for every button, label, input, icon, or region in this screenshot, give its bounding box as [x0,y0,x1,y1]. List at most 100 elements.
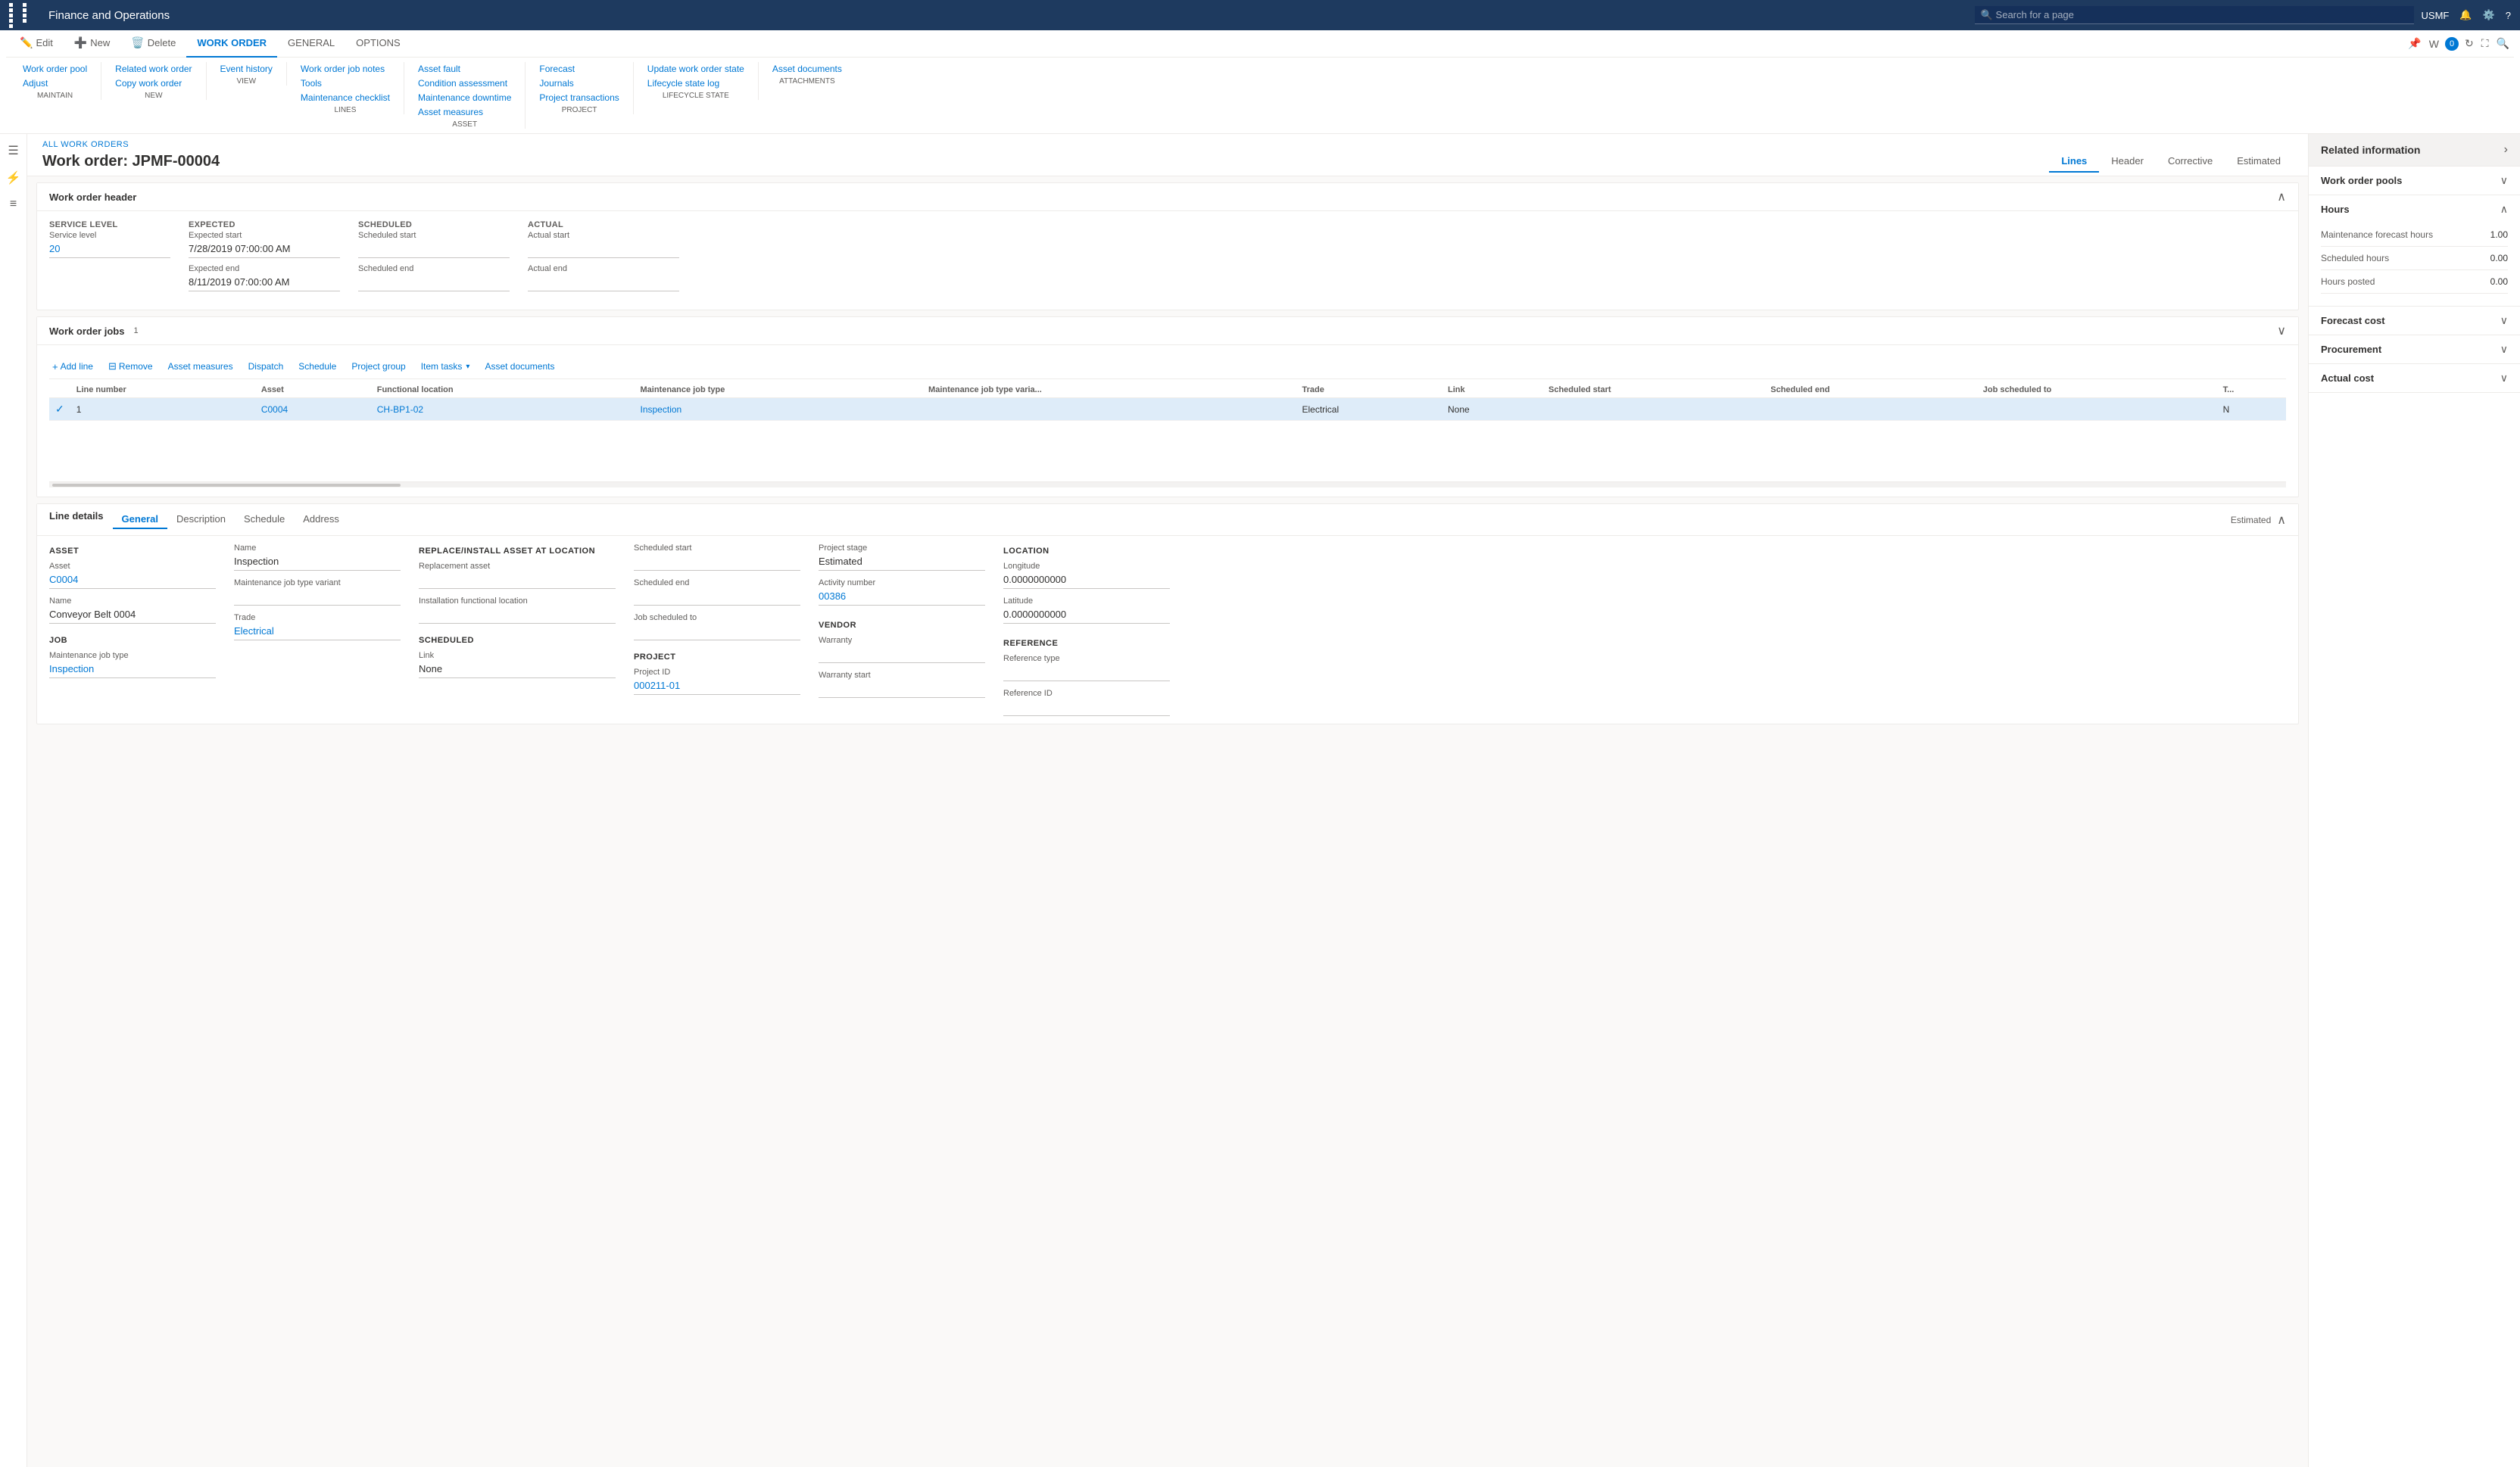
asset-documents-btn[interactable]: Asset documents [482,360,557,373]
line-details-tab-general[interactable]: General [113,510,167,529]
ribbon-tab-new[interactable]: ➕ New [64,30,120,58]
work-order-jobs-section-body: + Add line ⊟ Remove Asset measures Dispa… [37,345,2298,497]
table-row[interactable]: ✓ 1 C0004 CH-BP1-02 Inspection Electrica… [49,398,2286,421]
ld-reference-type-value[interactable] [1003,665,1170,681]
search-ribbon-icon[interactable]: 🔍 [2495,36,2511,51]
ribbon-item-journals[interactable]: Journals [535,76,623,90]
actual-end-value[interactable] [528,275,679,291]
ld-job-scheduled-to-value[interactable] [634,624,800,640]
expected-start-value[interactable]: 7/28/2019 07:00:00 AM [189,241,340,258]
ribbon-item-maintenance-downtime[interactable]: Maintenance downtime [413,91,516,104]
item-tasks-btn[interactable]: Item tasks [418,360,473,373]
schedule-btn[interactable]: Schedule [295,360,339,373]
work-order-header-section-header[interactable]: Work order header ∧ [37,183,2298,211]
horizontal-scrollbar[interactable] [49,481,2286,487]
collapse-header-btn[interactable]: ∧ [2277,189,2286,204]
line-details-tab-description[interactable]: Description [167,510,235,529]
dispatch-btn[interactable]: Dispatch [245,360,287,373]
ribbon-item-asset-measures[interactable]: Asset measures [413,105,516,119]
project-group-btn[interactable]: Project group [348,360,408,373]
work-order-jobs-section-header[interactable]: Work order jobs 1 ∨ [37,317,2298,345]
ld-reference-id-value[interactable] [1003,699,1170,716]
ld-name-mjt-variant-value[interactable] [234,589,401,606]
add-line-btn[interactable]: + Add line [49,360,96,374]
sidebar-hamburger-icon[interactable]: ☰ [5,140,21,161]
ribbon-tab-work-order[interactable]: WORK ORDER [186,30,277,58]
ribbon-item-update-work-order-state[interactable]: Update work order state [643,62,749,76]
ld-scheduled-end-value[interactable] [634,589,800,606]
ribbon-tab-edit[interactable]: ✏️ Edit [9,30,64,58]
col-maintenance-job-type: Maintenance job type [635,382,923,398]
rp-section-work-order-pools-header[interactable]: Work order pools ∨ [2309,167,2520,195]
ribbon-item-copy-work-order[interactable]: Copy work order [111,76,196,90]
cell-asset[interactable]: C0004 [255,398,371,421]
service-level-value[interactable]: 20 [49,241,170,258]
line-details-tab-schedule[interactable]: Schedule [235,510,294,529]
ribbon-item-work-order-pool[interactable]: Work order pool [18,62,92,76]
fullscreen-icon[interactable]: ⛶ [2480,36,2490,51]
rp-section-hours-body: Maintenance forecast hours 1.00 Schedule… [2309,223,2520,306]
rp-section-forecast-cost-header[interactable]: Forecast cost ∨ [2309,307,2520,335]
ld-activity-number-value[interactable]: 00386 [819,589,985,606]
expected-end-value[interactable]: 8/11/2019 07:00:00 AM [189,275,340,291]
ribbon-item-project-transactions[interactable]: Project transactions [535,91,623,104]
page-tab-lines[interactable]: Lines [2049,151,2099,173]
ld-asset-value[interactable]: C0004 [49,572,216,589]
ribbon-item-related-work-order[interactable]: Related work order [111,62,196,76]
ribbon-item-asset-fault[interactable]: Asset fault [413,62,516,76]
badge-icon[interactable]: 0 [2445,37,2459,51]
rp-section-hours-header[interactable]: Hours ∧ [2309,195,2520,223]
ribbon-item-asset-documents[interactable]: Asset documents [768,62,847,76]
breadcrumb[interactable]: ALL WORK ORDERS [42,140,2293,149]
ribbon-item-event-history[interactable]: Event history [216,62,277,76]
right-panel-close-btn[interactable]: › [2504,143,2508,157]
rp-section-actual-cost-header[interactable]: Actual cost ∨ [2309,364,2520,392]
actual-start-value[interactable] [528,241,679,258]
sidebar-list-icon[interactable]: ≡ [7,195,20,214]
ld-replacement-asset-value[interactable] [419,572,616,589]
ribbon-tab-options[interactable]: OPTIONS [345,30,411,58]
user-label[interactable]: USMF [2422,10,2450,21]
collapse-jobs-btn[interactable]: ∨ [2277,323,2286,338]
pin-icon[interactable]: 📌 [2406,36,2422,51]
add-line-label: Add line [61,361,93,372]
cell-functional-location[interactable]: CH-BP1-02 [371,398,635,421]
ribbon-group-new: Related work order Copy work order NEW [101,62,206,100]
ld-installation-fl-value[interactable] [419,607,616,624]
cell-maintenance-job-type[interactable]: Inspection [635,398,923,421]
ribbon-tab-delete[interactable]: 🗑️ Delete [120,30,186,58]
refresh-icon[interactable]: ↻ [2463,36,2475,51]
remove-btn[interactable]: ⊟ Remove [105,359,156,374]
page-tab-corrective[interactable]: Corrective [2156,151,2225,173]
ribbon-item-forecast[interactable]: Forecast [535,62,623,76]
ribbon-item-maintenance-checklist[interactable]: Maintenance checklist [296,91,395,104]
ld-warranty-start-value[interactable] [819,681,985,698]
ld-trade-value[interactable]: Electrical [234,624,401,640]
settings-icon[interactable]: ⚙️ [2483,9,2495,21]
help-icon[interactable]: ? [2506,10,2511,21]
asset-measures-btn[interactable]: Asset measures [165,360,236,373]
scheduled-end-value[interactable] [358,275,510,291]
scheduled-start-value[interactable] [358,241,510,258]
search-input[interactable] [1996,9,2393,20]
app-grid-icon[interactable] [9,3,35,28]
page-tab-header[interactable]: Header [2099,151,2156,173]
ld-scheduled-start-value[interactable] [634,554,800,571]
ribbon-item-woj-notes[interactable]: Work order job notes [296,62,395,76]
sidebar-filter-icon[interactable]: ⚡ [3,167,24,188]
ribbon-tab-general[interactable]: GENERAL [277,30,345,58]
ld-project-id-value[interactable]: 000211-01 [634,678,800,695]
ribbon-item-adjust[interactable]: Adjust [18,76,92,90]
ribbon-tab-options-label: OPTIONS [356,37,401,48]
collapse-line-details-btn[interactable]: ∧ [2277,512,2286,528]
bell-icon[interactable]: 🔔 [2459,9,2472,21]
ribbon-item-tools[interactable]: Tools [296,76,395,90]
ribbon-item-condition-assessment[interactable]: Condition assessment [413,76,516,90]
word-icon[interactable]: W [2428,36,2440,51]
rp-section-procurement-header[interactable]: Procurement ∨ [2309,335,2520,363]
ribbon-item-lifecycle-state-log[interactable]: Lifecycle state log [643,76,749,90]
line-details-tab-address[interactable]: Address [294,510,348,529]
ld-job-maintenance-job-type-value[interactable]: Inspection [49,662,216,678]
ld-warranty-value[interactable] [819,646,985,663]
page-tab-estimated[interactable]: Estimated [2225,151,2293,173]
